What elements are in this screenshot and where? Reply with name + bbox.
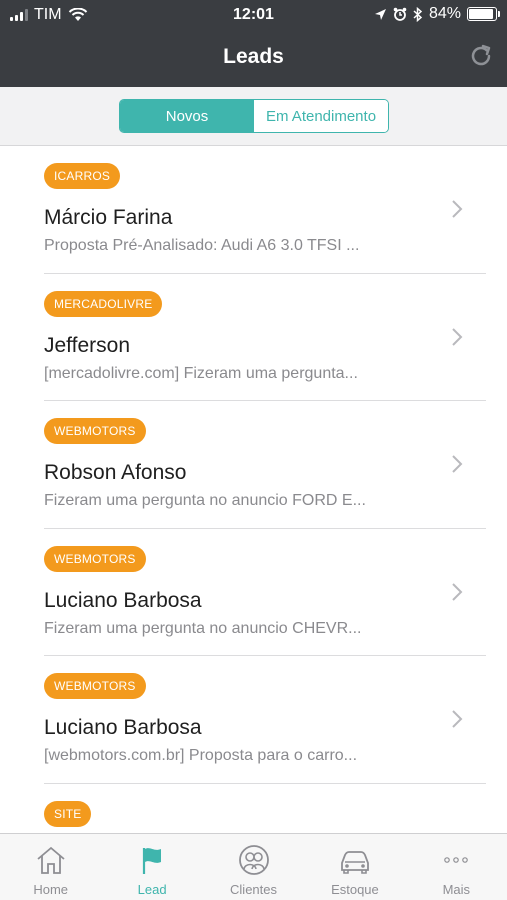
segment-em-atendimento[interactable]: Em Atendimento: [254, 100, 388, 132]
segment-novos[interactable]: Novos: [120, 100, 254, 132]
clients-icon: [238, 845, 269, 875]
lead-item[interactable]: MERCADOLIVRE Jefferson [mercadolivre.com…: [44, 274, 486, 401]
tab-lead[interactable]: Lead: [101, 834, 202, 900]
source-badge: WEBMOTORS: [44, 418, 146, 444]
refresh-icon[interactable]: [467, 42, 495, 70]
lead-list: ICARROS Márcio Farina Proposta Pré-Anali…: [0, 146, 507, 833]
alarm-icon: [393, 7, 407, 21]
tab-label: Home: [33, 882, 69, 897]
lead-name: Luciano Barbosa: [44, 588, 202, 612]
home-icon: [37, 846, 65, 874]
lead-name: Robson Afonso: [44, 461, 187, 484]
source-badge: WEBMOTORS: [44, 545, 146, 572]
lead-name: Márcio Farina: [44, 206, 173, 229]
status-right: 84%: [374, 5, 500, 23]
battery-percent: 84%: [428, 5, 461, 22]
lead-item[interactable]: SITE: [44, 784, 486, 834]
lead-preview: Fizeram uma pergunta no anuncio FORD E..…: [44, 492, 366, 509]
lead-item[interactable]: ICARROS Márcio Farina Proposta Pré-Anali…: [44, 146, 486, 274]
tab-mais[interactable]: Mais: [406, 834, 507, 900]
lead-preview: [webmotors.com.br] Proposta para o carro…: [44, 747, 358, 764]
tab-label: Lead: [137, 882, 167, 897]
chevron-right-icon: [452, 200, 463, 218]
top-bar: TIM 12:01 84% Leads: [0, 0, 507, 87]
page-title: Leads: [223, 45, 284, 68]
chevron-right-icon: [452, 710, 463, 728]
lead-item[interactable]: WEBMOTORS Robson Afonso Fizeram uma perg…: [44, 401, 486, 529]
flag-icon: [143, 848, 162, 874]
lead-item[interactable]: WEBMOTORS Luciano Barbosa [webmotors.com…: [44, 656, 486, 784]
car-icon: [341, 851, 369, 874]
segmented-control: Novos Em Atendimento: [119, 99, 389, 133]
lead-name: Luciano Barbosa: [44, 716, 202, 739]
source-badge: ICARROS: [44, 163, 121, 189]
source-badge: SITE: [44, 800, 92, 827]
lead-preview: Fizeram uma pergunta no anuncio CHEVR...: [44, 619, 362, 637]
lead-preview: Proposta Pré-Analisado: Audi A6 3.0 TFSI…: [44, 237, 360, 254]
battery-icon: [467, 7, 500, 21]
tab-estoque[interactable]: Estoque: [304, 834, 405, 900]
lead-preview: [mercadolivre.com] Fizeram uma pergunta.…: [44, 364, 358, 382]
tab-label: Mais: [442, 882, 471, 897]
bluetooth-icon: [413, 6, 423, 22]
tab-clientes[interactable]: Clientes: [203, 834, 304, 900]
tab-label: Clientes: [230, 882, 277, 897]
source-badge: WEBMOTORS: [44, 673, 146, 699]
tab-home[interactable]: Home: [0, 834, 101, 900]
tab-bar: Home Lead Clientes Estoque Mais: [0, 833, 507, 900]
tab-label: Estoque: [331, 882, 379, 897]
lead-name: Jefferson: [44, 333, 130, 357]
lead-item[interactable]: WEBMOTORS Luciano Barbosa Fizeram uma pe…: [44, 529, 486, 656]
chevron-right-icon: [452, 327, 463, 346]
source-badge: MERCADOLIVRE: [44, 290, 163, 317]
chevron-right-icon: [452, 455, 463, 473]
more-icon: [444, 857, 469, 863]
status-bar: TIM 12:01 84%: [0, 0, 507, 30]
segment-bar: Novos Em Atendimento: [0, 87, 507, 146]
location-icon: [374, 8, 386, 20]
chevron-right-icon: [452, 582, 463, 601]
